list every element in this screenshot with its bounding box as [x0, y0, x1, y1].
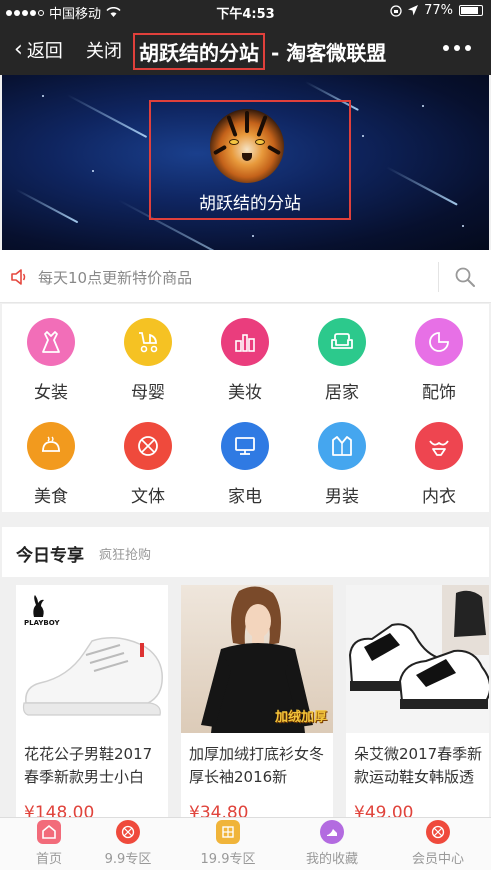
product-name: 花花公子男鞋2017春季新款男士小白	[24, 745, 153, 786]
section-title: 今日专享	[16, 546, 84, 566]
tab-19-9-zone[interactable]: 19.9专区	[179, 820, 277, 867]
nav-bar: ‹ 返回 关闭 胡跃结的分站 - 淘客微联盟	[0, 22, 491, 75]
category-baby[interactable]: 母婴	[99, 318, 197, 403]
chevron-left-icon: ‹	[14, 37, 23, 62]
basketball-icon	[124, 422, 172, 470]
bottom-tab-bar: 首页 9.9专区 19.9专区 我的收藏 会员中心	[0, 817, 491, 870]
product-row: PLAYBOY 花花公子男鞋2017春季新款男士小白 ¥148.00 加绒加厚 …	[2, 577, 489, 817]
product-price: ¥49.00	[354, 803, 414, 817]
cosmetics-icon	[221, 318, 269, 366]
back-label: 返回	[26, 41, 63, 62]
product-image: 加绒加厚	[181, 585, 333, 733]
basketball-icon	[426, 820, 450, 844]
speaker-icon	[11, 269, 26, 285]
location-icon	[408, 5, 419, 16]
dress-icon	[27, 318, 75, 366]
notice-text: 每天10点更新特价商品	[38, 269, 193, 287]
tiger-avatar	[210, 109, 284, 183]
category-accessories[interactable]: 配饰	[390, 318, 488, 403]
battery-icon	[459, 5, 483, 16]
search-icon[interactable]	[455, 267, 475, 287]
notice-bar: 每天10点更新特价商品	[0, 250, 491, 303]
site-name: 胡跃结的分站	[199, 194, 301, 214]
product-name: 朵艾微2017春季新款运动鞋女韩版透	[354, 745, 483, 786]
tab-9-9-zone[interactable]: 9.9专区	[79, 820, 177, 867]
sneaker-illustration	[348, 585, 489, 709]
heel-icon	[320, 820, 344, 844]
product-image	[346, 585, 489, 733]
close-button[interactable]: 关闭	[86, 37, 122, 63]
category-food[interactable]: 美食	[2, 422, 100, 507]
basketball-icon	[116, 820, 140, 844]
orientation-lock-icon	[390, 4, 402, 17]
section-header: 今日专享 疯狂抢购	[2, 527, 489, 577]
category-underwear[interactable]: 内衣	[390, 422, 488, 507]
tab-member-center[interactable]: 会员中心	[389, 820, 487, 867]
category-beauty[interactable]: 美妆	[196, 318, 294, 403]
bikini-icon	[415, 422, 463, 470]
category-sports[interactable]: 文体	[99, 422, 197, 507]
product-tag: 加绒加厚	[274, 710, 327, 725]
category-men[interactable]: 男装	[293, 422, 391, 507]
food-icon	[27, 422, 75, 470]
tab-favorites[interactable]: 我的收藏	[283, 820, 381, 867]
status-bar: 中国移动 下午4:53 77%	[0, 0, 491, 22]
product-card[interactable]: 加绒加厚 加厚加绒打底衫女冬厚长袖2016新 ¥34.80	[181, 585, 333, 817]
home-icon	[37, 820, 61, 844]
hero-banner: 胡跃结的分站	[2, 75, 489, 250]
monitor-icon	[221, 422, 269, 470]
page-title-suffix: - 淘客微联盟	[271, 41, 387, 65]
product-card[interactable]: PLAYBOY 花花公子男鞋2017春季新款男士小白 ¥148.00	[16, 585, 168, 817]
page-title: 胡跃结的分站 - 淘客微联盟	[133, 33, 386, 70]
product-image: PLAYBOY	[16, 585, 168, 733]
product-name: 加厚加绒打底衫女冬厚长袖2016新	[189, 745, 325, 786]
product-card[interactable]: 朵艾微2017春季新款运动鞋女韩版透 ¥49.00	[346, 585, 489, 817]
page-title-site-name: 胡跃结的分站	[133, 33, 265, 70]
suit-icon	[318, 422, 366, 470]
sofa-icon	[318, 318, 366, 366]
product-price: ¥34.80	[189, 803, 249, 817]
divider	[438, 262, 439, 292]
section-subtitle: 疯狂抢购	[99, 548, 152, 563]
more-options-button[interactable]	[443, 45, 471, 51]
sneaker-illustration	[22, 637, 163, 716]
category-women[interactable]: 女装	[2, 318, 100, 403]
stroller-icon	[124, 318, 172, 366]
battery-percent: 77%	[424, 3, 453, 18]
back-button[interactable]: ‹ 返回	[14, 37, 63, 63]
category-home[interactable]: 居家	[293, 318, 391, 403]
category-appliances[interactable]: 家电	[196, 422, 294, 507]
category-grid: 女装 母婴 美妆 居家 配饰 美食 文体 家电 男装 内衣	[2, 304, 489, 512]
accessory-icon	[415, 318, 463, 366]
product-price: ¥148.00	[24, 803, 95, 817]
grid-icon	[216, 820, 240, 844]
